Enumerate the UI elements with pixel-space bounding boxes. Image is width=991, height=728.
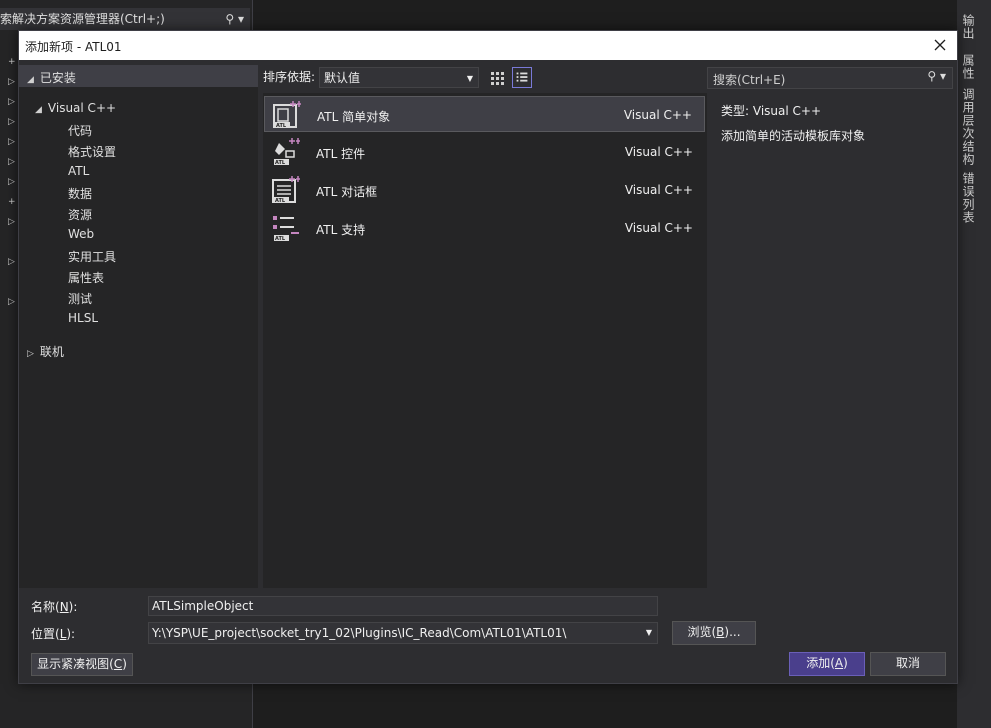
- tree-visual-cpp-label: Visual C++: [47, 101, 117, 115]
- tree-expand-icon[interactable]: ▷: [8, 77, 15, 87]
- svg-text:ATL: ATL: [275, 198, 286, 204]
- cancel-button[interactable]: 取消: [870, 652, 946, 676]
- compact-view-button[interactable]: 显示紧凑视图(C): [31, 653, 133, 676]
- tree-item-formatting[interactable]: 格式设置: [68, 143, 116, 160]
- chevron-down-icon[interactable]: ▼: [646, 623, 652, 643]
- template-name: ATL 对话框: [316, 185, 378, 199]
- tree-expand-icon[interactable]: ▷: [8, 257, 15, 267]
- tree-expand-icon[interactable]: ▷: [8, 137, 15, 147]
- tree-item-visual-cpp[interactable]: ◢ Visual C++: [35, 101, 116, 115]
- atl-support-icon: ATL: [273, 216, 299, 242]
- tree-item-data[interactable]: 数据: [68, 185, 92, 202]
- template-atl-support[interactable]: ATL ATL 支持 Visual C++: [264, 210, 705, 246]
- list-view-icon[interactable]: [512, 67, 532, 88]
- template-list: ATL ATL 简单对象 Visual C++ ATL ATL 控件 Visua…: [263, 93, 707, 588]
- tree-installed-label: 已安装: [39, 71, 76, 85]
- tab-properties[interactable]: 属性: [957, 54, 977, 80]
- category-tree: ◢ 已安装 ◢ Visual C++ 代码 格式设置 ATL 数据 资源 Web 实…: [19, 65, 258, 588]
- chevron-down-icon: ▼: [466, 74, 473, 83]
- tree-item-hlsl[interactable]: HLSL: [68, 311, 98, 325]
- tab-error-list[interactable]: 错误列表: [957, 172, 977, 224]
- tree-header-installed[interactable]: ◢ 已安装: [19, 65, 258, 87]
- sort-dropdown[interactable]: 默认值 ▼: [319, 67, 479, 88]
- expanded-arrow-icon: ◢: [35, 105, 42, 115]
- tree-item-online[interactable]: ▷ 联机: [27, 343, 64, 360]
- tree-item-code[interactable]: 代码: [68, 122, 92, 139]
- template-description: 添加简单的活动模板库对象: [721, 129, 866, 143]
- template-details-pane: 类型: Visual C++ 添加简单的活动模板库对象: [707, 93, 953, 588]
- tree-item-utility[interactable]: 实用工具: [68, 248, 116, 265]
- right-tool-strip: 输出 属性 调用层次结构 错误列表: [957, 0, 991, 728]
- template-name: ATL 简单对象: [317, 110, 391, 124]
- search-placeholder: 搜索(Ctrl+E): [713, 73, 786, 87]
- svg-text:ATL: ATL: [276, 123, 287, 129]
- close-icon[interactable]: [929, 34, 951, 56]
- template-atl-simple-object[interactable]: ATL ATL 简单对象 Visual C++: [264, 96, 705, 132]
- svg-text:ATL: ATL: [275, 160, 286, 166]
- add-new-item-dialog: 添加新项 - ATL01 ◢ 已安装 ◢ Visual C++ 代码 格式设置 AT…: [18, 30, 958, 684]
- name-label: 名称(N):: [31, 600, 78, 614]
- tree-online-label: 联机: [39, 345, 64, 359]
- tree-expand-icon[interactable]: ▷: [8, 177, 15, 187]
- tree-item-resource[interactable]: 资源: [68, 206, 92, 223]
- location-combobox[interactable]: Y:\YSP\UE_project\socket_try1_02\Plugins…: [148, 622, 658, 644]
- atl-simple-object-icon: ATL: [273, 101, 301, 129]
- template-language: Visual C++: [624, 145, 693, 159]
- template-language: Visual C++: [624, 221, 693, 235]
- location-label: 位置(L):: [31, 627, 76, 641]
- browse-button[interactable]: 浏览(B)...: [672, 621, 756, 645]
- tree-item-web[interactable]: Web: [68, 227, 94, 241]
- tree-expand-icon[interactable]: ▷: [8, 97, 15, 107]
- svg-text:ATL: ATL: [275, 236, 286, 242]
- dialog-title: 添加新项 - ATL01: [25, 40, 122, 54]
- template-name: ATL 支持: [316, 223, 366, 237]
- name-field[interactable]: ATLSimpleObject: [148, 596, 658, 616]
- solution-explorer-search-text: 索解决方案资源管理器(Ctrl+;): [0, 12, 165, 26]
- dialog-titlebar: 添加新项 - ATL01: [19, 31, 957, 60]
- tree-expand-icon[interactable]: ▷: [8, 117, 15, 127]
- tab-call-hierarchy[interactable]: 调用层次结构: [957, 88, 977, 166]
- atl-dialog-icon: ATL: [272, 176, 300, 204]
- template-language: Visual C++: [623, 108, 692, 122]
- template-name: ATL 控件: [316, 147, 366, 161]
- expanded-arrow-icon: ◢: [27, 75, 34, 85]
- template-language: Visual C++: [624, 183, 693, 197]
- tab-output[interactable]: 输出: [957, 14, 977, 40]
- type-value: Visual C++: [752, 104, 822, 118]
- location-value: Y:\YSP\UE_project\socket_try1_02\Plugins…: [152, 626, 567, 640]
- tree-expand-icon[interactable]: ▷: [8, 217, 15, 227]
- tree-expand-icon[interactable]: ▷: [8, 157, 15, 167]
- template-atl-control[interactable]: ATL ATL 控件 Visual C++: [264, 134, 705, 170]
- tree-item-test[interactable]: 测试: [68, 290, 92, 307]
- tree-collapse-icon[interactable]: +: [8, 57, 16, 67]
- solution-explorer-search[interactable]: 索解决方案资源管理器(Ctrl+;) ⚲ ▾: [0, 8, 250, 30]
- template-search-input[interactable]: 搜索(Ctrl+E) ⚲ ▾: [707, 67, 953, 89]
- atl-control-icon: ATL: [274, 138, 300, 166]
- tree-collapse-icon[interactable]: +: [8, 197, 16, 207]
- template-atl-dialog[interactable]: ATL ATL 对话框 Visual C++: [264, 172, 705, 208]
- tree-expand-icon[interactable]: ▷: [8, 297, 15, 307]
- type-label: 类型:: [721, 104, 750, 118]
- collapsed-arrow-icon: ▷: [27, 349, 34, 359]
- add-button[interactable]: 添加(A): [789, 652, 865, 676]
- sort-value: 默认值: [324, 71, 361, 85]
- search-icon[interactable]: ⚲ ▾: [225, 8, 244, 30]
- grid-view-icon[interactable]: [487, 67, 507, 88]
- sort-label: 排序依据:: [263, 70, 316, 84]
- tree-item-property-sheet[interactable]: 属性表: [68, 269, 104, 286]
- tree-item-atl[interactable]: ATL: [68, 164, 89, 178]
- search-icon[interactable]: ⚲ ▾: [927, 69, 946, 83]
